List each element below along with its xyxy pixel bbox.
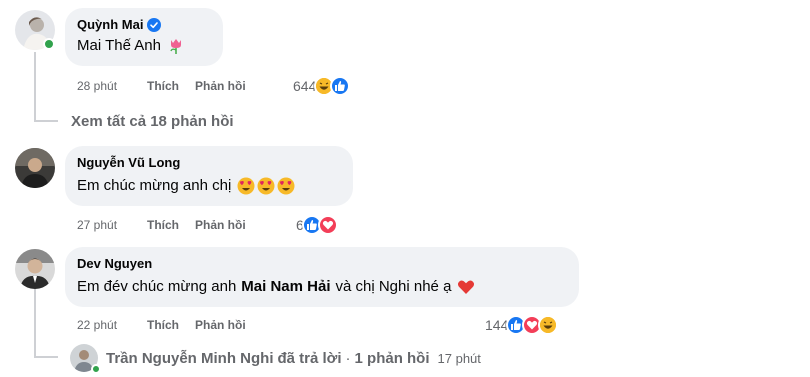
comment-time[interactable]: 22 phút: [77, 318, 147, 332]
comment-text: Mai Thế Anh: [77, 37, 161, 54]
avatar[interactable]: [15, 249, 55, 289]
thread-line: [34, 52, 36, 122]
reply-count: 1 phản hồi: [354, 349, 430, 367]
red-heart-icon: [457, 278, 475, 296]
reaction-count: 644: [293, 78, 317, 94]
like-button[interactable]: Thích: [147, 79, 179, 93]
reaction-count: 144: [485, 317, 509, 333]
reply-action-text: đã trả lời: [277, 349, 342, 367]
heart-eyes-icon: [237, 177, 295, 195]
reply-time: 17 phút: [437, 350, 481, 366]
tagged-user-link[interactable]: Mai Nam Hải: [241, 277, 330, 297]
like-button[interactable]: Thích: [147, 218, 179, 232]
online-status-dot: [91, 364, 101, 374]
comment-time[interactable]: 28 phút: [77, 79, 147, 93]
thread-line-curve: [34, 356, 58, 358]
reply-button[interactable]: Phản hồi: [195, 218, 246, 232]
comment-actions: 28 phút Thích Phản hồi: [77, 79, 262, 93]
haha-reaction-icon: [538, 315, 559, 335]
comment-actions: 27 phút Thích Phản hồi: [77, 218, 262, 232]
verified-badge-icon: [147, 17, 162, 32]
online-status-dot: [43, 38, 55, 50]
comment-text: Em chúc mừng anh chị: [77, 177, 232, 194]
like-reaction-icon: [330, 76, 351, 96]
love-reaction-icon: [317, 215, 338, 235]
comment-author[interactable]: Dev Nguyen: [77, 255, 152, 272]
comment-author[interactable]: Quỳnh Mai: [77, 16, 143, 33]
reply-author[interactable]: Trần Nguyễn Minh Nghi: [106, 350, 274, 367]
reaction-summary[interactable]: 6: [296, 215, 338, 235]
comment-time[interactable]: 27 phút: [77, 218, 147, 232]
comment-bubble: Quỳnh Mai Mai Thế Anh: [65, 8, 223, 66]
tulip-icon: [167, 37, 185, 55]
thread-line: [34, 288, 36, 358]
reaction-summary[interactable]: 644: [293, 76, 351, 96]
reply-button[interactable]: Phản hồi: [195, 79, 246, 93]
comment-author[interactable]: Nguyễn Vũ Long: [77, 154, 180, 171]
comment-text: và chị Nghi nhé ạ: [335, 278, 452, 295]
reaction-summary[interactable]: 144: [485, 315, 559, 335]
thread-line-curve: [34, 120, 58, 122]
reply-summary-link[interactable]: Trần Nguyễn Minh Nghi đã trả lời · 1 phả…: [70, 344, 481, 372]
like-button[interactable]: Thích: [147, 318, 179, 332]
separator-dot: ·: [345, 349, 351, 367]
avatar[interactable]: [15, 148, 55, 188]
comment-bubble: Nguyễn Vũ Long Em chúc mừng anh chị: [65, 146, 353, 206]
reply-button[interactable]: Phản hồi: [195, 318, 246, 332]
comment-bubble: Dev Nguyen Em đév chúc mừng anh Mai Nam …: [65, 247, 579, 307]
comment-text: Em đév chúc mừng anh: [77, 278, 237, 295]
comment-actions: 22 phút Thích Phản hồi: [77, 318, 262, 332]
view-all-replies-link[interactable]: Xem tất cả 18 phản hồi: [71, 113, 234, 130]
